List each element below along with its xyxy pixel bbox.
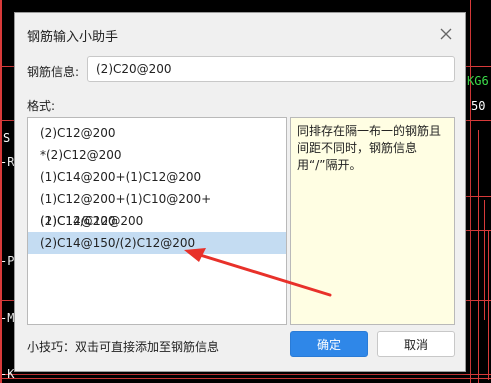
cad-line bbox=[466, 196, 491, 197]
cad-line bbox=[466, 120, 491, 121]
format-list-item[interactable]: (1)C14@200+(1)C12@200 bbox=[28, 166, 286, 188]
format-list-item[interactable]: (1)C12@200+(1)C10@200+(1)C12@200 bbox=[28, 188, 286, 228]
ok-button[interactable]: 确定 bbox=[290, 331, 368, 357]
cad-label-p: -P bbox=[0, 254, 15, 268]
cad-label-k: -K bbox=[0, 367, 15, 381]
cad-line bbox=[488, 230, 489, 380]
format-list-item[interactable]: (2)C14/C12@200 bbox=[28, 210, 286, 232]
cad-line bbox=[0, 66, 14, 67]
cad-line bbox=[0, 120, 14, 121]
cad-line bbox=[470, 0, 471, 383]
cad-line bbox=[0, 378, 491, 379]
dialog-title: 钢筋输入小助手 bbox=[27, 30, 119, 45]
format-list-item[interactable]: *(2)C12@200 bbox=[28, 144, 286, 166]
cad-line bbox=[0, 300, 14, 301]
close-icon bbox=[440, 28, 452, 40]
dialog-titlebar[interactable]: 钢筋输入小助手 bbox=[15, 13, 465, 53]
format-list[interactable]: (2)C12@200 *(2)C12@200 (1)C14@200+(1)C12… bbox=[27, 117, 287, 325]
cad-line bbox=[478, 130, 479, 383]
cad-label-kg: KG6 bbox=[467, 74, 489, 88]
cad-label-s: S bbox=[3, 131, 11, 145]
format-list-item-selected[interactable]: (2)C14@150/(2)C12@200 bbox=[28, 232, 286, 254]
cad-line bbox=[466, 66, 491, 67]
rebar-input-dialog: 钢筋输入小助手 钢筋信息: (2)C20@200 格式: (2)C12@200 … bbox=[14, 12, 466, 372]
rebar-info-label: 钢筋信息: bbox=[27, 65, 80, 79]
rebar-info-input[interactable]: (2)C20@200 bbox=[87, 56, 455, 82]
cad-line bbox=[0, 374, 491, 375]
format-label: 格式: bbox=[27, 99, 56, 113]
cad-line bbox=[0, 0, 2, 383]
cad-label-m: -M bbox=[0, 311, 15, 325]
tip-text: 小技巧：双击可直接添加至钢筋信息 bbox=[27, 340, 220, 354]
cad-line bbox=[484, 200, 485, 320]
format-description: 同排存在隔一布一的钢筋且间距不同时，钢筋信息 用“/”隔开。 bbox=[290, 117, 455, 325]
cancel-button[interactable]: 取消 bbox=[377, 331, 455, 357]
cad-label-50: 50 bbox=[471, 99, 486, 113]
cad-label-r: -R bbox=[0, 155, 15, 169]
close-button[interactable] bbox=[437, 25, 455, 43]
format-list-item[interactable]: (2)C12@200 bbox=[28, 122, 286, 144]
